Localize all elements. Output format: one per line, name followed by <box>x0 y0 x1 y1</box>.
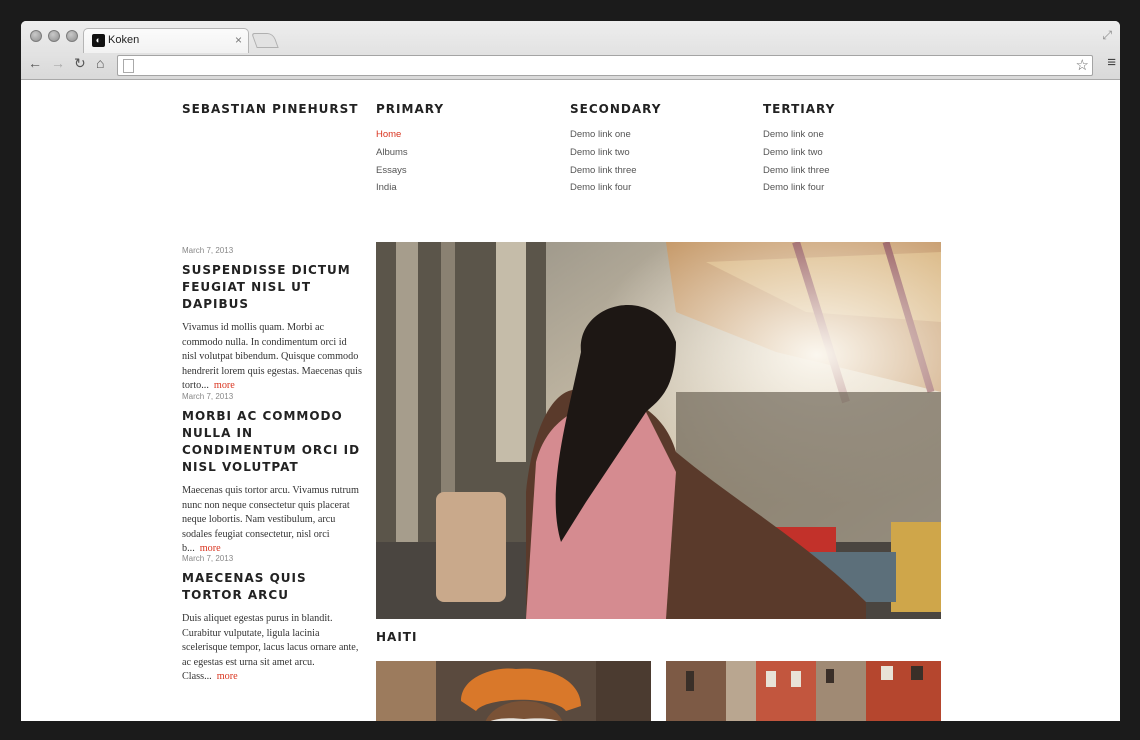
nav-link[interactable]: Demo link two <box>763 144 835 162</box>
nav-link-essays[interactable]: Essays <box>376 162 444 180</box>
site-title[interactable]: SEBASTIAN PINEHURST <box>182 102 358 116</box>
more-link[interactable]: more <box>214 380 235 391</box>
post-date: March 7, 2013 <box>182 554 234 563</box>
post-excerpt: Maecenas quis tortor arcu. Vivamus rutru… <box>182 484 362 557</box>
nav-tertiary: TERTIARY Demo link one Demo link two Dem… <box>763 102 835 197</box>
featured-caption[interactable]: HAITI <box>376 630 417 644</box>
post-excerpt-text: Duis aliquet egestas purus in blandit. C… <box>182 613 359 683</box>
more-link[interactable]: more <box>217 671 238 682</box>
nav-link-home[interactable]: Home <box>376 126 444 144</box>
post-excerpt-text: Vivamus id mollis quam. Morbi ac commodo… <box>182 322 362 392</box>
post-date: March 7, 2013 <box>182 246 234 255</box>
home-icon[interactable]: ⌂ <box>96 55 104 71</box>
tab-strip: ◐ Koken × ⤢ <box>21 21 1120 53</box>
post-summary: March 7, 2013 MORBI AC COMMODO NULLA IN … <box>182 392 362 557</box>
forward-icon[interactable]: → <box>51 55 65 71</box>
featured-photo[interactable] <box>376 242 941 619</box>
fullscreen-icon[interactable]: ⤢ <box>1102 28 1112 43</box>
post-excerpt: Vivamus id mollis quam. Morbi ac commodo… <box>182 321 362 394</box>
zoom-window-button[interactable] <box>66 30 78 42</box>
close-tab-icon[interactable]: × <box>235 33 242 47</box>
nav-link[interactable]: Demo link four <box>763 179 835 197</box>
nav-primary: PRIMARY Home Albums Essays India <box>376 102 444 197</box>
browser-window: ◐ Koken × ⤢ ← → ↻ ⌂ ☆ ≡ SEBASTIAN PINEHU… <box>21 21 1120 721</box>
post-title[interactable]: MORBI AC COMMODO NULLA IN CONDIMENTUM OR… <box>182 408 362 476</box>
minimize-window-button[interactable] <box>48 30 60 42</box>
nav-link-albums[interactable]: Albums <box>376 144 444 162</box>
nav-link-india[interactable]: India <box>376 179 444 197</box>
post-summary: March 7, 2013 MAECENAS QUIS TORTOR ARCU … <box>182 554 362 685</box>
nav-heading-tertiary: TERTIARY <box>763 102 836 116</box>
window-controls <box>30 30 78 42</box>
gallery-thumbnail[interactable] <box>666 661 941 721</box>
tab-title: Koken <box>108 34 140 46</box>
gallery-thumbnail[interactable] <box>376 661 651 721</box>
nav-link[interactable]: Demo link one <box>570 126 661 144</box>
browser-toolbar: ← → ↻ ⌂ ☆ ≡ <box>21 52 1120 79</box>
nav-link[interactable]: Demo link four <box>570 179 661 197</box>
nav-link[interactable]: Demo link three <box>763 162 835 180</box>
nav-heading-secondary: SECONDARY <box>570 102 662 116</box>
page-content: SEBASTIAN PINEHURST PRIMARY Home Albums … <box>21 80 1120 721</box>
nav-heading-primary: PRIMARY <box>376 102 445 116</box>
new-tab-button[interactable] <box>251 33 279 48</box>
back-icon[interactable]: ← <box>28 55 42 71</box>
nav-link[interactable]: Demo link two <box>570 144 661 162</box>
post-excerpt: Duis aliquet egestas purus in blandit. C… <box>182 612 362 685</box>
post-summary: March 7, 2013 SUSPENDISSE DICTUM FEUGIAT… <box>182 246 362 394</box>
reload-icon[interactable]: ↻ <box>74 55 86 72</box>
page-icon <box>123 59 134 73</box>
browser-chrome: ◐ Koken × ⤢ ← → ↻ ⌂ ☆ ≡ <box>21 21 1120 80</box>
nav-link[interactable]: Demo link one <box>763 126 835 144</box>
bookmark-star-icon[interactable]: ☆ <box>1076 56 1089 74</box>
post-date: March 7, 2013 <box>182 392 234 401</box>
browser-tab[interactable]: ◐ Koken × <box>83 28 249 53</box>
post-title[interactable]: MAECENAS QUIS TORTOR ARCU <box>182 570 362 604</box>
post-title[interactable]: SUSPENDISSE DICTUM FEUGIAT NISL UT DAPIB… <box>182 262 362 313</box>
koken-logo-icon: ◐ <box>92 34 105 47</box>
address-bar[interactable]: ☆ <box>117 55 1093 76</box>
menu-icon[interactable]: ≡ <box>1107 54 1116 71</box>
nav-link[interactable]: Demo link three <box>570 162 661 180</box>
close-window-button[interactable] <box>30 30 42 42</box>
more-link[interactable]: more <box>200 543 221 554</box>
nav-secondary: SECONDARY Demo link one Demo link two De… <box>570 102 661 197</box>
